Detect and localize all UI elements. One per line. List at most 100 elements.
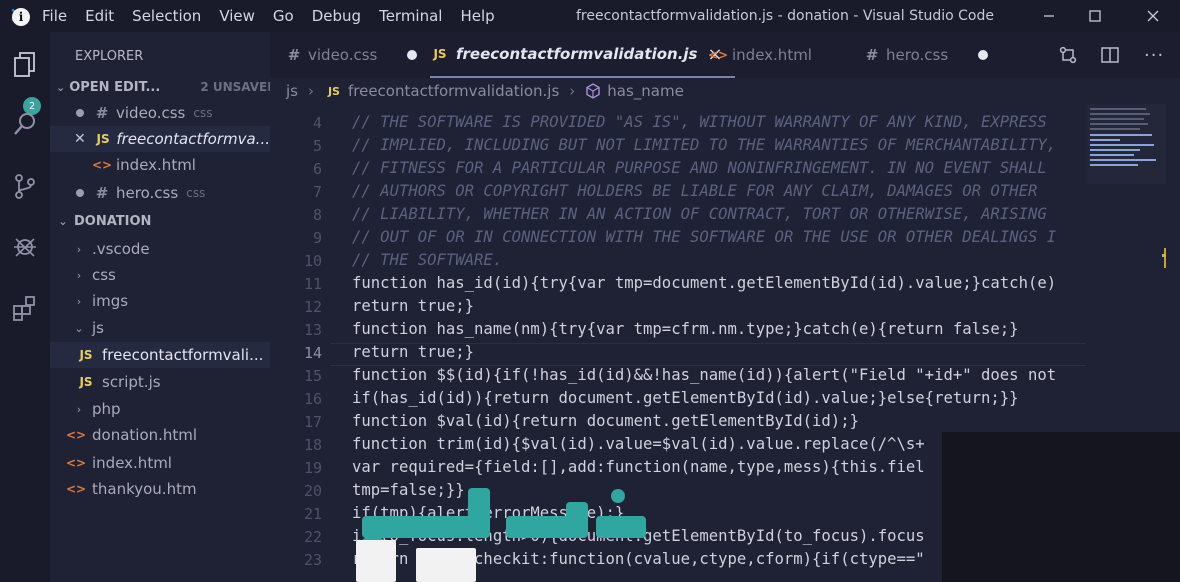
html-file-icon: <>: [92, 158, 113, 172]
tab-video-css[interactable]: # video.css: [284, 32, 418, 78]
code-line: function $$(id){if(!has_id(id)&&!has_nam…: [352, 366, 1057, 384]
chevron-down-icon: ⌄: [74, 321, 84, 335]
search-icon[interactable]: [5, 104, 45, 144]
js-file-icon: JS: [433, 47, 447, 61]
file-name: thankyou.htm: [92, 480, 197, 498]
line-number: 17: [303, 413, 322, 431]
code-line: function has_id(id){try{var tmp=document…: [352, 274, 1057, 292]
explorer-sidebar: EXPLORER ⌄ OPEN EDIT... 2 UNSAVED # vide…: [50, 32, 270, 582]
open-editor-item[interactable]: # hero.css css: [50, 180, 270, 206]
code-line: // IMPLIED, INCLUDING BUT NOT LIMITED TO…: [352, 136, 1057, 154]
folder-item[interactable]: › css: [50, 262, 270, 288]
line-number: 19: [303, 459, 322, 477]
tab-freecontactformvalidation-js[interactable]: JS freecontactformvalidation.js ×: [430, 32, 735, 78]
code-line: // LIABILITY, WHETHER IN AN ACTION OF CO…: [352, 205, 1047, 223]
menu-terminal[interactable]: Terminal: [379, 7, 442, 25]
maximize-icon: [1089, 10, 1101, 22]
symbol-method-icon: [586, 83, 600, 99]
breadcrumb-symbol[interactable]: has_name: [607, 82, 684, 100]
code-line: return true;}: [352, 343, 475, 361]
more-actions-icon[interactable]: ···: [1144, 32, 1164, 78]
chevron-right-icon: ›: [76, 242, 82, 256]
html-file-icon: <>: [66, 456, 87, 470]
html-file-icon: <>: [66, 428, 87, 442]
breadcrumb-folder[interactable]: js: [286, 82, 298, 100]
code-line: // FITNESS FOR A PARTICULAR PURPOSE AND …: [352, 159, 1047, 177]
css-file-icon: #: [95, 184, 109, 202]
extensions-icon[interactable]: [5, 288, 45, 328]
chevron-right-icon: ›: [307, 82, 314, 100]
split-editor-icon[interactable]: [1100, 32, 1120, 78]
file-item-active[interactable]: JS freecontactformvali...: [50, 342, 270, 368]
line-number: 23: [303, 551, 322, 569]
menu-help[interactable]: Help: [460, 7, 494, 25]
source-control-icon[interactable]: [5, 166, 45, 206]
editor-tabs: # video.css JS freecontactformvalidation…: [270, 32, 1180, 78]
unsaved-count: 2 UNSAVED: [200, 80, 270, 94]
menu-bar: File Edit Selection View Go Debug Termin…: [42, 7, 513, 25]
open-editors-header[interactable]: ⌄ OPEN EDIT... 2 UNSAVED: [50, 74, 270, 100]
title-bar: ✕ i File Edit Selection View Go Debug Te…: [0, 0, 1180, 32]
code-line: if(has_id(id)){return document.getElemen…: [352, 389, 1019, 407]
folder-name: css: [92, 266, 116, 284]
line-number: 9: [312, 229, 322, 247]
js-file-icon: JS: [79, 375, 93, 389]
line-number: 10: [303, 252, 322, 270]
line-number: 11: [303, 275, 322, 293]
line-number: 7: [312, 183, 322, 201]
open-editor-item[interactable]: # video.css css: [50, 100, 270, 126]
close-window-button[interactable]: [1130, 0, 1176, 32]
html-file-icon: <>: [66, 482, 87, 496]
debug-icon[interactable]: [5, 226, 45, 266]
tab-label: index.html: [732, 46, 812, 64]
file-item[interactable]: <> index.html: [50, 450, 270, 476]
chevron-right-icon: ›: [76, 268, 82, 282]
code-line: // THE SOFTWARE.: [352, 251, 503, 269]
menu-go[interactable]: Go: [273, 7, 294, 25]
open-changes-icon[interactable]: [1058, 32, 1078, 78]
minimize-button[interactable]: [1026, 0, 1072, 32]
breadcrumb: js › JS freecontactformvalidation.js › h…: [270, 78, 1180, 104]
file-name: video.css: [116, 104, 186, 122]
menu-selection[interactable]: Selection: [132, 7, 201, 25]
file-item[interactable]: <> donation.html: [50, 422, 270, 448]
code-line: // THE SOFTWARE IS PROVIDED "AS IS", WIT…: [352, 113, 1047, 131]
unsaved-dot-icon: [978, 50, 989, 60]
menu-edit[interactable]: Edit: [85, 7, 114, 25]
vscode-logo-icon[interactable]: ✕ i: [0, 0, 36, 32]
explorer-files-icon[interactable]: [5, 44, 45, 84]
unsaved-dot-icon: [76, 189, 84, 197]
menu-file[interactable]: File: [42, 7, 67, 25]
project-header[interactable]: ⌄ DONATION: [50, 208, 270, 234]
brand-watermark-logo: [356, 488, 656, 582]
menu-debug[interactable]: Debug: [312, 7, 361, 25]
tab-label: hero.css: [886, 46, 949, 64]
close-icon[interactable]: ✕: [74, 131, 86, 147]
line-number: 12: [303, 298, 322, 316]
code-line: function $val(id){return document.getEle…: [352, 412, 859, 430]
folder-item[interactable]: › php: [50, 396, 270, 422]
folder-item[interactable]: ⌄ js: [50, 315, 270, 341]
project-label: DONATION: [74, 213, 152, 229]
line-number: 16: [303, 390, 322, 408]
code-line: // AUTHORS OR COPYRIGHT HOLDERS BE LIABL…: [352, 182, 1038, 200]
maximize-button[interactable]: [1072, 0, 1118, 32]
file-name: index.html: [116, 156, 196, 174]
open-editor-item[interactable]: <> index.html: [50, 152, 270, 178]
tab-index-html[interactable]: <> index.html: [708, 32, 812, 78]
overlay-panel: [942, 432, 1180, 582]
line-number: 15: [303, 367, 322, 385]
folder-item[interactable]: › .vscode: [50, 236, 270, 262]
breadcrumb-file[interactable]: freecontactformvalidation.js: [348, 82, 559, 100]
menu-view[interactable]: View: [219, 7, 255, 25]
tab-hero-css[interactable]: # hero.css: [862, 32, 989, 78]
file-item[interactable]: <> thankyou.htm: [50, 476, 270, 502]
tab-label: freecontactformvalidation.js: [456, 45, 698, 63]
unsaved-dot-icon: [407, 50, 418, 60]
folder-name: js: [92, 319, 104, 337]
file-item[interactable]: JS script.js: [50, 369, 270, 395]
open-editor-item-active[interactable]: ✕ JS freecontactformva...: [50, 126, 270, 152]
tab-label: video.css: [308, 46, 378, 64]
folder-item[interactable]: › imgs: [50, 288, 270, 314]
info-icon[interactable]: i: [12, 8, 30, 26]
